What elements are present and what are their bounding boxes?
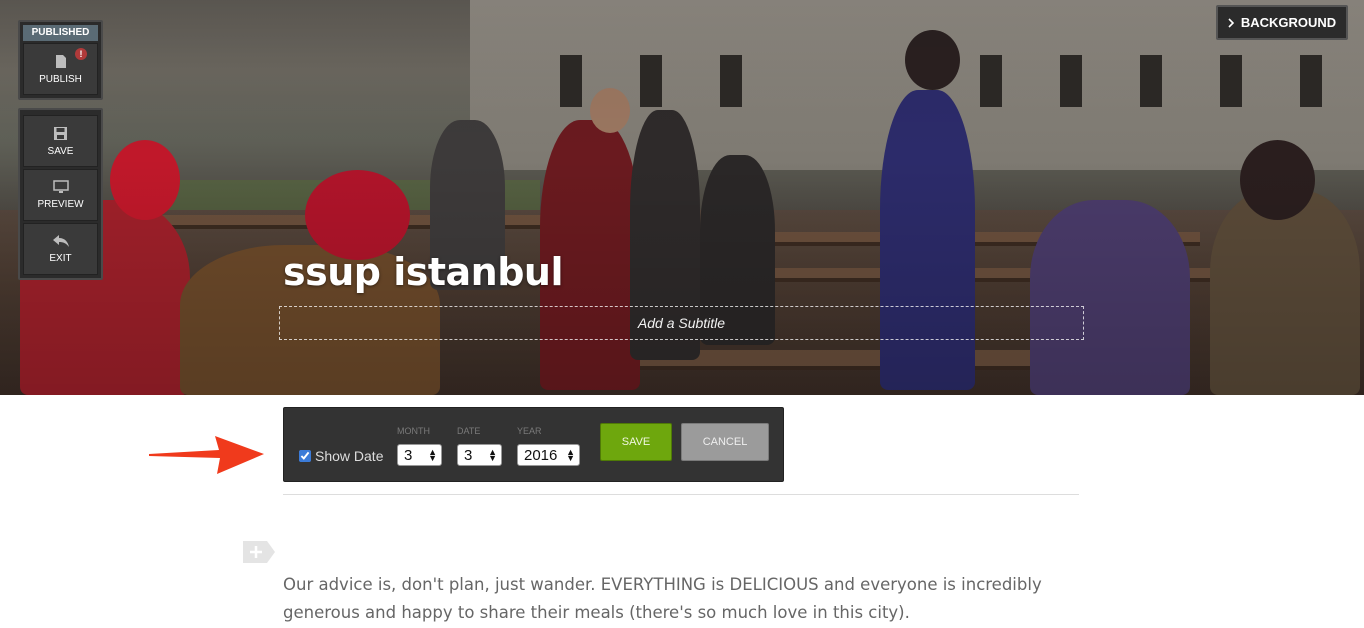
- save-button[interactable]: SAVE: [23, 115, 98, 167]
- undo-arrow-icon: [52, 235, 69, 247]
- publish-status-label: PUBLISHED: [23, 25, 98, 41]
- floppy-disk-icon: [54, 126, 67, 140]
- month-select[interactable]: 3 ▲ ▼: [397, 444, 442, 466]
- show-date-checkbox[interactable]: [299, 450, 311, 462]
- exit-label: EXIT: [49, 253, 72, 264]
- action-group: SAVE PREVIEW EXIT: [18, 108, 103, 280]
- publish-label: PUBLISH: [39, 73, 82, 85]
- year-label: YEAR: [517, 426, 542, 436]
- show-date-toggle[interactable]: Show Date: [299, 448, 383, 464]
- background-button[interactable]: BACKGROUND: [1216, 5, 1348, 40]
- post-body-paragraph[interactable]: Our advice is, don't plan, just wander. …: [283, 571, 1073, 627]
- date-editor-panel: Show Date MONTH 3 ▲ ▼ DATE 3 ▲ ▼ YEAR 2016…: [283, 407, 784, 482]
- document-icon: [55, 54, 66, 68]
- date-save-button[interactable]: SAVE: [600, 423, 672, 461]
- editor-toolbar: PUBLISHED PUBLISH ! SAVE PREVIEW EXIT: [18, 20, 103, 288]
- post-title[interactable]: ssup istanbul: [283, 250, 564, 294]
- chevron-right-icon: [1228, 17, 1234, 28]
- preview-label: PREVIEW: [37, 199, 84, 210]
- annotation-arrow-icon: [149, 436, 264, 474]
- month-label: MONTH: [397, 426, 430, 436]
- show-date-label: Show Date: [315, 448, 384, 464]
- date-select[interactable]: 3 ▲ ▼: [457, 444, 502, 466]
- background-label: BACKGROUND: [1240, 15, 1337, 30]
- date-cancel-button[interactable]: CANCEL: [681, 423, 769, 461]
- stepper-arrows-icon: ▲ ▼: [428, 447, 437, 463]
- preview-button[interactable]: PREVIEW: [23, 169, 98, 221]
- stepper-arrows-icon: ▲ ▼: [566, 447, 575, 463]
- exit-button[interactable]: EXIT: [23, 223, 98, 275]
- subtitle-placeholder: Add a Subtitle: [637, 315, 726, 331]
- date-value: 3: [464, 446, 473, 464]
- editor-page: ssup istanbul Add a Subtitle PUBLISHED P…: [0, 0, 1364, 628]
- year-select[interactable]: 2016 ▲ ▼: [517, 444, 580, 466]
- save-label: SAVE: [47, 145, 74, 157]
- add-block-button[interactable]: [243, 541, 275, 563]
- subtitle-input[interactable]: Add a Subtitle: [279, 306, 1084, 340]
- stepper-arrows-icon: ▲ ▼: [488, 447, 497, 463]
- content-divider: [283, 494, 1079, 495]
- publish-group: PUBLISHED PUBLISH !: [18, 20, 103, 100]
- month-value: 3: [404, 446, 413, 464]
- publish-alert-badge: !: [75, 48, 87, 60]
- year-value: 2016: [524, 446, 558, 464]
- date-label: DATE: [457, 426, 481, 436]
- publish-button[interactable]: PUBLISH !: [23, 43, 98, 95]
- monitor-icon: [52, 180, 69, 193]
